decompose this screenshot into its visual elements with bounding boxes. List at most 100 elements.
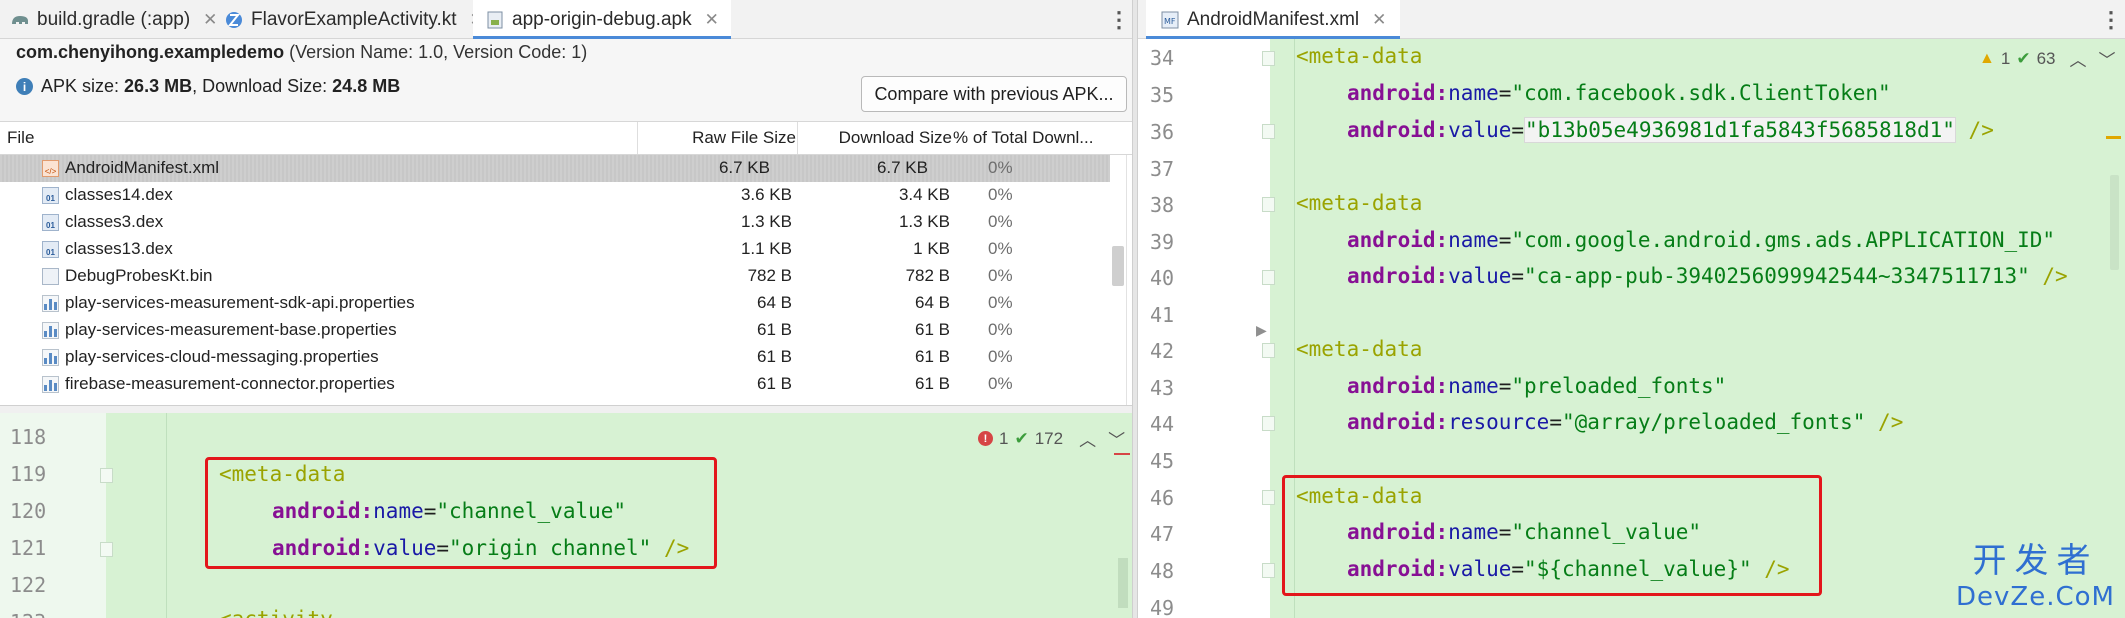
properties-file-icon bbox=[42, 349, 59, 366]
package-name: com.chenyihong.exampledemo bbox=[16, 42, 285, 62]
raw-size: 64 B bbox=[757, 293, 792, 312]
line-number: 44 bbox=[1150, 412, 1175, 436]
table-row[interactable]: 01 classes3.dex 1.3 KB 1.3 KB 0% bbox=[0, 209, 1132, 236]
line-number: 34 bbox=[1150, 46, 1175, 70]
xml-attribute: name bbox=[1448, 374, 1499, 398]
chevron-up-icon[interactable]: ︿ bbox=[2069, 46, 2086, 71]
table-scrollbar[interactable] bbox=[1112, 246, 1124, 286]
more-options-icon[interactable]: ⋮ bbox=[2100, 0, 2122, 39]
fold-marker-icon[interactable] bbox=[100, 468, 113, 483]
fold-marker-icon[interactable] bbox=[1262, 270, 1275, 285]
chevron-up-icon[interactable]: ︿ bbox=[1079, 426, 1096, 451]
indent-guide bbox=[166, 413, 167, 618]
file-name: play-services-measurement-sdk-api.proper… bbox=[65, 293, 415, 312]
table-row[interactable]: DebugProbesKt.bin 782 B 782 B 0% bbox=[0, 263, 1132, 290]
line-number: 41 bbox=[1150, 303, 1175, 327]
editor-scrollbar-right[interactable] bbox=[2110, 175, 2119, 270]
xml-equals: = bbox=[1549, 410, 1562, 434]
dex-file-icon: 01 bbox=[42, 214, 59, 231]
gradle-elephant-icon bbox=[10, 10, 30, 30]
xml-close: /> bbox=[1955, 118, 1994, 142]
fold-marker-icon[interactable] bbox=[1262, 490, 1275, 505]
raw-size: 61 B bbox=[757, 347, 792, 366]
xml-namespace: android: bbox=[1347, 228, 1449, 252]
tab-flavor-example-activity[interactable]: FlavorExampleActivity.kt ✕ bbox=[224, 0, 484, 39]
error-stripe-mark[interactable] bbox=[1114, 453, 1130, 455]
fold-marker-icon[interactable] bbox=[1262, 124, 1275, 139]
download-size: 61 B bbox=[915, 374, 950, 393]
check-icon: ✔ bbox=[2016, 48, 2031, 68]
xml-value: "com.google.android.gms.ads.APPLICATION_… bbox=[1511, 228, 2056, 252]
column-header-file[interactable]: File bbox=[7, 122, 34, 154]
percent-total: 0% bbox=[988, 185, 1013, 204]
package-info: com.chenyihong.exampledemo (Version Name… bbox=[16, 42, 587, 63]
xml-close: /> bbox=[2029, 264, 2068, 288]
table-row[interactable]: 01 classes14.dex 3.6 KB 3.4 KB 0% bbox=[0, 182, 1132, 209]
fold-marker-icon[interactable] bbox=[1262, 197, 1275, 212]
tab-build-gradle[interactable]: build.gradle (:app) ✕ bbox=[10, 0, 217, 39]
fold-marker-icon[interactable] bbox=[1262, 563, 1275, 578]
file-name: play-services-measurement-base.propertie… bbox=[65, 320, 397, 339]
code-line: android:value="b13b05e4936981d1fa5843f56… bbox=[1347, 117, 1994, 143]
splitter[interactable] bbox=[0, 405, 1132, 413]
file-name: classes13.dex bbox=[65, 239, 173, 258]
table-row[interactable]: play-services-measurement-sdk-api.proper… bbox=[0, 290, 1132, 317]
kotlin-class-icon bbox=[224, 10, 244, 30]
file-table-header: File Raw File Size Download Size % of To… bbox=[0, 121, 1132, 155]
warning-icon: ▲ bbox=[1979, 49, 1995, 67]
xml-equals: = bbox=[1498, 374, 1512, 398]
column-header-percent[interactable]: % of Total Downl... bbox=[953, 122, 1093, 154]
line-number: 35 bbox=[1150, 83, 1175, 107]
xml-value: "@array/preloaded_fonts" bbox=[1561, 410, 1866, 434]
xml-close: /> bbox=[1865, 410, 1904, 434]
line-number: 42 bbox=[1150, 339, 1175, 363]
fold-marker-icon[interactable] bbox=[1262, 343, 1275, 358]
line-number: 48 bbox=[1150, 559, 1175, 583]
table-row[interactable]: </> AndroidManifest.xml 6.7 KB 6.7 KB 0% bbox=[0, 155, 1110, 182]
raw-size: 1.3 KB bbox=[740, 212, 792, 231]
close-icon[interactable]: ✕ bbox=[705, 10, 719, 30]
watermark-line2: DevZe.CoM bbox=[1956, 582, 2115, 612]
file-name: AndroidManifest.xml bbox=[65, 158, 220, 177]
error-count: 1 bbox=[999, 428, 1009, 448]
more-options-icon[interactable]: ⋮ bbox=[1108, 0, 1130, 39]
table-row[interactable]: play-services-cloud-messaging.properties… bbox=[0, 344, 1132, 371]
properties-file-icon bbox=[42, 376, 59, 393]
compare-apk-button[interactable]: Compare with previous APK... bbox=[861, 76, 1127, 112]
column-header-download-size[interactable]: Download Size bbox=[808, 122, 952, 154]
chevron-down-icon[interactable]: ﹀ bbox=[1108, 426, 1125, 451]
editor-scrollbar-left[interactable] bbox=[1118, 558, 1128, 608]
close-icon[interactable]: ✕ bbox=[203, 10, 217, 30]
run-gutter-icon[interactable]: ▶ bbox=[1256, 322, 1267, 339]
line-number: 45 bbox=[1150, 449, 1175, 473]
warning-count: 1 bbox=[2000, 48, 2011, 68]
column-header-raw-size[interactable]: Raw File Size bbox=[648, 122, 796, 154]
xml-equals: = bbox=[1498, 81, 1512, 105]
inspection-widget-left[interactable]: ! 1 ✔ 172 ︿ ﹀ bbox=[978, 426, 1125, 451]
properties-file-icon bbox=[42, 295, 59, 312]
chevron-down-icon[interactable]: ﹀ bbox=[2098, 46, 2115, 71]
file-name: play-services-cloud-messaging.properties bbox=[65, 347, 379, 366]
raw-size: 61 B bbox=[757, 320, 792, 339]
percent-total: 0% bbox=[988, 239, 1013, 258]
line-number: 36 bbox=[1150, 120, 1175, 144]
fold-marker-icon[interactable] bbox=[100, 542, 113, 557]
xml-tag: <meta-data bbox=[1296, 44, 1423, 68]
warning-stripe-mark[interactable] bbox=[2106, 136, 2121, 139]
xml-namespace: android: bbox=[1347, 81, 1449, 105]
tab-apk-file[interactable]: app-origin-debug.apk ✕ bbox=[473, 0, 731, 40]
fold-marker-icon[interactable] bbox=[1262, 416, 1275, 431]
code-line: <meta-data bbox=[1296, 191, 1422, 215]
inspection-widget-right[interactable]: ▲ 1 ✔ 63 ︿ ﹀ bbox=[1979, 46, 2115, 71]
table-row[interactable]: firebase-measurement-connector.propertie… bbox=[0, 371, 1132, 398]
close-icon[interactable]: ✕ bbox=[1372, 10, 1386, 30]
xml-equals: = bbox=[1498, 228, 1512, 252]
xml-equals: = bbox=[1511, 264, 1525, 288]
fold-marker-icon[interactable] bbox=[1262, 51, 1275, 66]
percent-total: 0% bbox=[988, 293, 1013, 312]
table-row[interactable]: 01 classes13.dex 1.1 KB 1 KB 0% bbox=[0, 236, 1132, 263]
tab-android-manifest[interactable]: MF AndroidManifest.xml ✕ bbox=[1146, 0, 1401, 40]
xml-value: "ca-app-pub-3940256099942544~3347511713" bbox=[1524, 264, 2030, 288]
download-size: 61 B bbox=[915, 347, 950, 366]
table-row[interactable]: play-services-measurement-base.propertie… bbox=[0, 317, 1132, 344]
